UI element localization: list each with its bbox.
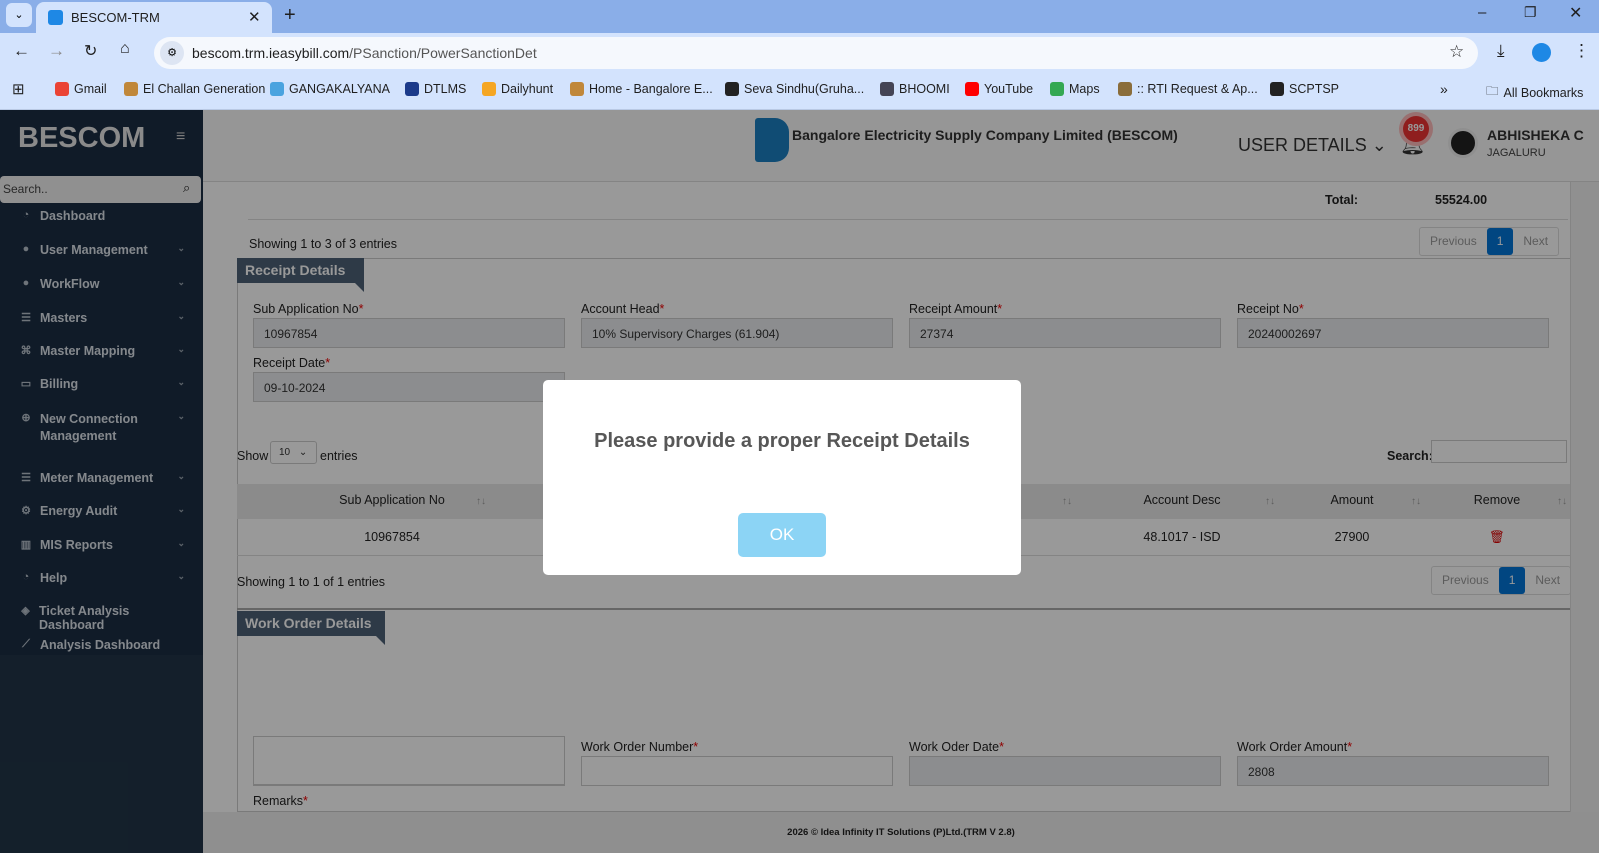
bookmark-label: :: RTI Request & Ap... <box>1137 82 1258 96</box>
bookmark-item[interactable]: Seva Sindhu(Gruha... <box>725 82 864 96</box>
forward-icon[interactable]: → <box>48 41 65 61</box>
bookmark-favicon-icon <box>482 82 496 96</box>
bookmark-item[interactable]: GANGAKALYANA <box>270 82 390 96</box>
minimize-button[interactable]: – <box>1478 4 1486 21</box>
restore-button[interactable]: ❐ <box>1524 4 1537 21</box>
browser-tab-strip: ⌄ BESCOM-TRM ✕ + – ❐ ✕ <box>0 0 1599 33</box>
tab-title: BESCOM-TRM <box>71 10 160 25</box>
close-window-button[interactable]: ✕ <box>1569 3 1582 23</box>
bookmark-label: El Challan Generation <box>143 82 266 96</box>
bookmark-item[interactable]: DTLMS <box>405 82 466 96</box>
bookmark-item[interactable]: Dailyhunt <box>482 82 553 96</box>
address-bar[interactable]: ⚙ bescom.trm.ieasybill.com/PSanction/Pow… <box>154 37 1478 69</box>
ok-button[interactable]: OK <box>738 513 826 557</box>
tab-search-button[interactable]: ⌄ <box>6 3 32 27</box>
bookmark-label: Seva Sindhu(Gruha... <box>744 82 865 96</box>
site-info-icon[interactable]: ⚙ <box>160 41 184 65</box>
bookmark-item[interactable]: Gmail <box>55 82 107 96</box>
close-tab-icon[interactable]: ✕ <box>248 8 261 26</box>
bookmark-favicon-icon <box>405 82 419 96</box>
alert-message: Please provide a proper Receipt Details <box>594 430 970 452</box>
bookmark-label: DTLMS <box>424 82 467 96</box>
bookmark-item[interactable]: SCPTSP <box>1270 82 1339 96</box>
bookmark-label: Home - Bangalore E... <box>589 82 713 96</box>
bookmark-favicon-icon <box>124 82 138 96</box>
bookmark-favicon-icon <box>270 82 284 96</box>
new-tab-button[interactable]: + <box>284 4 296 27</box>
more-bookmarks-icon[interactable]: » <box>1440 81 1448 97</box>
back-icon[interactable]: ← <box>13 41 30 61</box>
favicon-icon <box>48 10 63 25</box>
apps-icon[interactable]: ⊞ <box>12 80 25 98</box>
bookmark-favicon-icon <box>880 82 894 96</box>
bookmark-favicon-icon <box>965 82 979 96</box>
bookmark-item[interactable]: YouTube <box>965 82 1033 96</box>
all-bookmarks[interactable]: 🗀 All Bookmarks <box>1486 82 1583 103</box>
folder-icon: 🗀 <box>1486 84 1499 98</box>
browser-tab[interactable]: BESCOM-TRM ✕ <box>36 2 272 33</box>
alert-dialog: Please provide a proper Receipt Details … <box>543 380 1021 575</box>
url-host: bescom.trm.ieasybill.com <box>192 45 350 61</box>
bookmark-favicon-icon <box>1270 82 1284 96</box>
bookmark-star-icon[interactable]: ☆ <box>1449 42 1464 62</box>
bookmark-label: YouTube <box>984 82 1034 96</box>
home-icon[interactable]: ⌂ <box>120 40 130 58</box>
url-path: /PSanction/PowerSanctionDet <box>349 45 537 61</box>
download-icon[interactable]: ⤓ <box>1497 41 1505 61</box>
all-bookmarks-label: All Bookmarks <box>1503 85 1584 100</box>
bookmark-item[interactable]: BHOOMI <box>880 82 950 96</box>
bookmark-favicon-icon <box>1050 82 1064 96</box>
bookmark-label: Maps <box>1069 82 1100 96</box>
bookmark-label: Gmail <box>74 82 107 96</box>
bookmark-item[interactable]: Maps <box>1050 82 1100 96</box>
bookmark-label: SCPTSP <box>1289 82 1340 96</box>
profile-icon[interactable] <box>1532 43 1551 62</box>
bookmark-item[interactable]: El Challan Generation <box>124 82 265 96</box>
bookmark-label: GANGAKALYANA <box>289 82 390 96</box>
menu-icon[interactable]: ⋮ <box>1573 41 1590 61</box>
bookmark-favicon-icon <box>55 82 69 96</box>
reload-icon[interactable]: ↻ <box>84 41 97 61</box>
bookmark-item[interactable]: :: RTI Request & Ap... <box>1118 82 1258 96</box>
bookmark-favicon-icon <box>725 82 739 96</box>
bookmark-label: Dailyhunt <box>501 82 554 96</box>
bookmark-label: BHOOMI <box>899 82 950 96</box>
bookmark-item[interactable]: Home - Bangalore E... <box>570 82 713 96</box>
bookmark-favicon-icon <box>1118 82 1132 96</box>
bookmark-favicon-icon <box>570 82 584 96</box>
